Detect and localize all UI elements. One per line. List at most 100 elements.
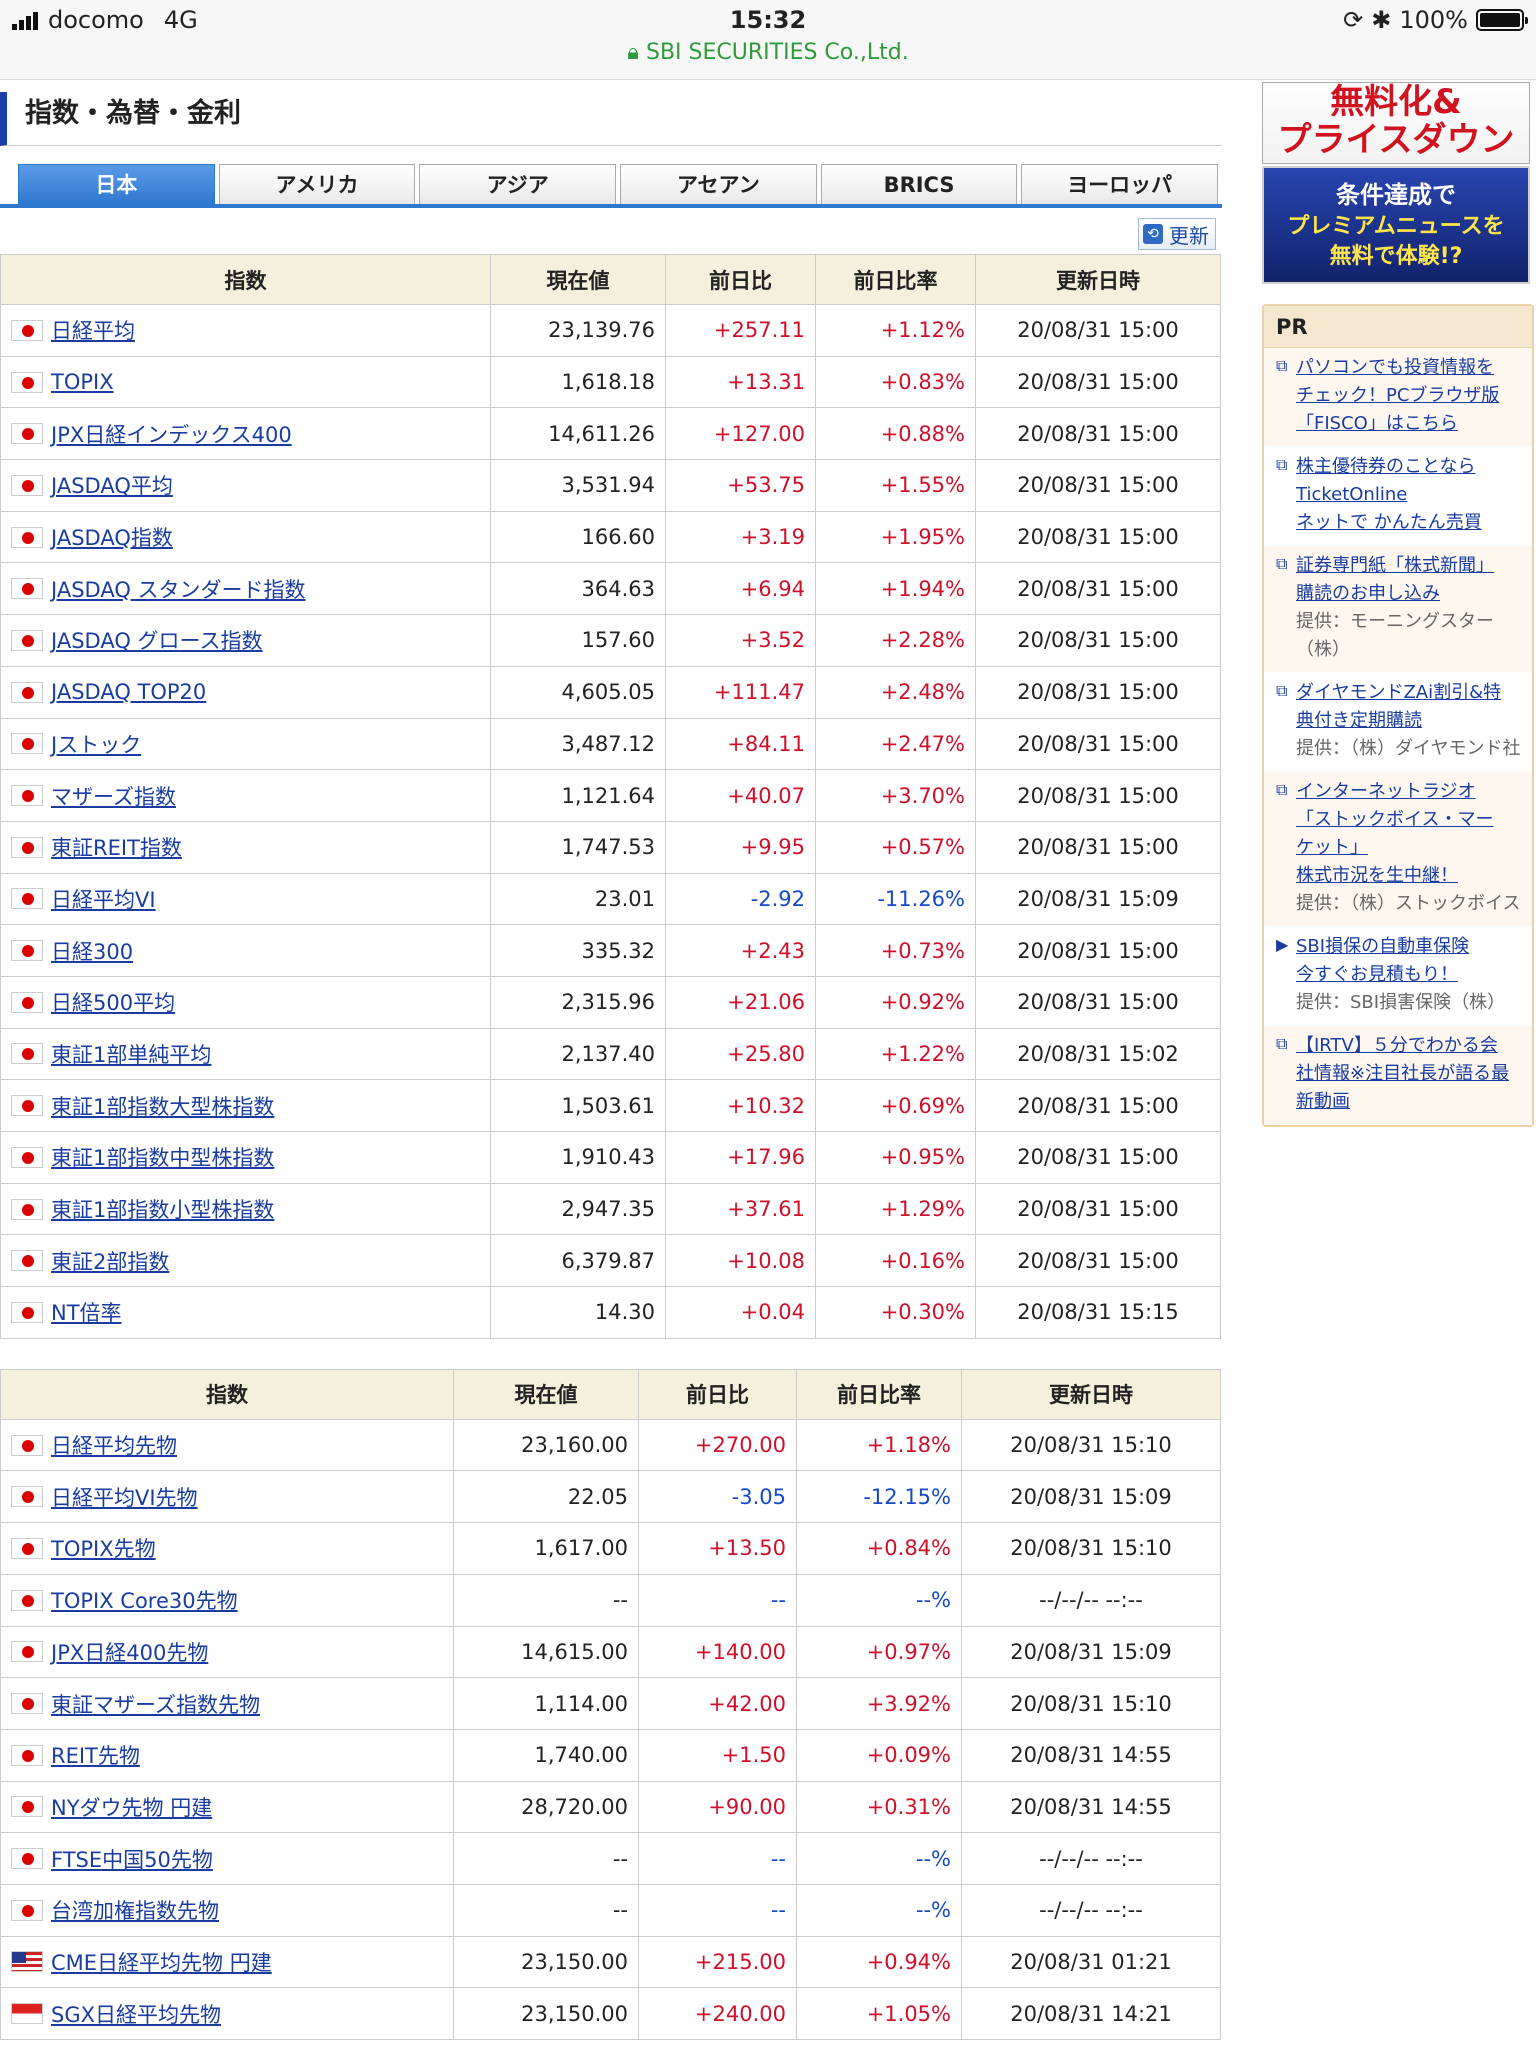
refresh-button[interactable]: ⟲ 更新: [1138, 218, 1216, 250]
tab-3[interactable]: アセアン: [620, 164, 817, 204]
pr-link[interactable]: 購読のお申し込み: [1296, 580, 1524, 608]
pr-link[interactable]: 新動画: [1296, 1088, 1524, 1116]
index-link[interactable]: 日経平均VI先物: [51, 1482, 198, 1512]
column-header: 現在値: [490, 254, 666, 305]
price-cell: 1,114.00: [453, 1677, 639, 1730]
index-link[interactable]: JPX日経400先物: [51, 1637, 208, 1667]
ad-banner-price-down[interactable]: 無料化& プライスダウン: [1262, 82, 1530, 164]
index-link[interactable]: 東証1部指数大型株指数: [51, 1091, 274, 1121]
index-link[interactable]: Jストック: [51, 729, 141, 759]
tab-5[interactable]: ヨーロッパ: [1021, 164, 1219, 204]
pr-link[interactable]: 【IRTV】５分でわかる会: [1296, 1032, 1524, 1060]
table-row: TOPIX 1,618.18 +13.31 +0.83% 20/08/31 15:00: [0, 355, 1221, 409]
index-link[interactable]: NYダウ先物 円建: [51, 1792, 212, 1822]
flag-jp-icon: [11, 423, 43, 445]
price-cell: 166.60: [490, 510, 666, 564]
pr-link[interactable]: インターネットラジオ: [1296, 778, 1524, 806]
pr-link[interactable]: 今すぐお見積もり！: [1296, 961, 1524, 989]
change-percent-cell: +1.55%: [815, 459, 976, 512]
tab-1[interactable]: アメリカ: [218, 164, 416, 204]
updated-time-cell: 20/08/31 15:02: [975, 1027, 1221, 1081]
index-link[interactable]: JASDAQ平均: [51, 470, 173, 500]
index-link[interactable]: 日経300: [51, 936, 133, 966]
pr-link[interactable]: ケット」: [1296, 834, 1524, 862]
change-cell: -3.05: [638, 1470, 797, 1524]
table-row: JASDAQ TOP20 4,605.05 +111.47 +2.48% 20/08/3…: [0, 665, 1221, 719]
table-row: 東証2部指数 6,379.87 +10.08 +0.16% 20/08/31 15:00: [0, 1234, 1221, 1288]
index-link[interactable]: 東証1部指数中型株指数: [51, 1142, 274, 1172]
index-link[interactable]: 東証マザーズ指数先物: [51, 1689, 260, 1719]
index-link[interactable]: JASDAQ指数: [51, 522, 173, 552]
index-link[interactable]: SGX日経平均先物: [51, 1999, 221, 2029]
index-link[interactable]: TOPIX先物: [51, 1533, 156, 1563]
pr-provider: 提供：（株）ストックボイス: [1296, 893, 1521, 914]
change-cell: +25.80: [665, 1027, 816, 1081]
flag-jp-icon: [11, 526, 43, 548]
column-header: 更新日時: [975, 254, 1221, 305]
change-cell: +127.00: [665, 407, 816, 461]
change-cell: +140.00: [638, 1625, 797, 1679]
index-name-cell: 日経300: [0, 924, 491, 977]
pr-link[interactable]: 証券専門紙「株式新聞」: [1296, 552, 1524, 580]
index-link[interactable]: JPX日経インデックス400: [51, 419, 292, 449]
pr-link[interactable]: 「ストックボイス・マー: [1296, 806, 1524, 834]
status-bar: docomo 4G 15:32 🔒︎ SBI SECURITIES Co.,Lt…: [0, 0, 1536, 80]
index-name-cell: NT倍率: [0, 1286, 491, 1339]
pr-link[interactable]: SBI損保の自動車保険: [1296, 933, 1524, 961]
pr-link[interactable]: 社情報※注目社長が語る最: [1296, 1060, 1524, 1088]
tab-4[interactable]: BRICS: [820, 164, 1018, 204]
index-link[interactable]: TOPIX: [51, 370, 114, 394]
index-link[interactable]: CME日経平均先物 円建: [51, 1947, 272, 1977]
pr-link[interactable]: 株式市況を生中継！: [1296, 862, 1524, 890]
tab-2[interactable]: アジア: [419, 164, 617, 204]
index-name-cell: 日経平均VI: [0, 872, 491, 926]
updated-time-cell: 20/08/31 15:10: [961, 1418, 1221, 1472]
pr-link[interactable]: 典付き定期購読: [1296, 707, 1524, 735]
flag-jp-icon: [11, 1796, 43, 1818]
price-cell: 23,139.76: [490, 304, 666, 357]
arrow-icon: ▶: [1276, 935, 1289, 954]
index-link[interactable]: TOPIX Core30先物: [51, 1585, 238, 1615]
ad-banner-premium-news[interactable]: 条件達成で プレミアムニュースを 無料で体験!?: [1262, 166, 1530, 284]
tab-0[interactable]: 日本: [18, 164, 215, 204]
index-link[interactable]: 日経平均VI: [51, 884, 156, 914]
pr-title: PR: [1264, 306, 1532, 348]
index-link[interactable]: NT倍率: [51, 1297, 122, 1327]
change-percent-cell: +0.16%: [815, 1234, 976, 1288]
external-link-icon: ⧉: [1276, 1034, 1288, 1053]
pr-link[interactable]: ネットで かんたん売買: [1296, 509, 1524, 537]
index-link[interactable]: 東証REIT指数: [51, 832, 182, 862]
table-row: JASDAQ スタンダード指数 364.63 +6.94 +1.94% 20/08/31…: [0, 562, 1221, 616]
index-link[interactable]: JASDAQ スタンダード指数: [51, 574, 306, 604]
updated-time-cell: 20/08/31 15:00: [975, 614, 1221, 667]
external-link-icon: ⧉: [1276, 780, 1288, 799]
price-cell: 1,910.43: [490, 1131, 666, 1184]
index-link[interactable]: 日経500平均: [51, 987, 175, 1017]
flag-jp-icon: [11, 629, 43, 651]
index-link[interactable]: 東証1部単純平均: [51, 1039, 211, 1069]
pr-link[interactable]: TicketOnline: [1296, 481, 1524, 509]
change-percent-cell: +3.70%: [815, 769, 976, 822]
pr-link[interactable]: チェック！PCブラウザ版: [1296, 382, 1524, 410]
index-link[interactable]: 日経平均先物: [51, 1430, 177, 1460]
change-cell: +53.75: [665, 459, 816, 512]
flag-jp-icon: [11, 1641, 43, 1663]
index-link[interactable]: 東証2部指数: [51, 1246, 169, 1276]
pr-link[interactable]: パソコンでも投資情報を: [1296, 354, 1524, 382]
index-link[interactable]: 東証1部指数小型株指数: [51, 1194, 274, 1224]
pr-link[interactable]: 株主優待券のことなら: [1296, 453, 1524, 481]
index-link[interactable]: 日経平均: [51, 315, 135, 345]
change-cell: +40.07: [665, 769, 816, 822]
flag-jp-icon: [11, 681, 43, 703]
index-link[interactable]: JASDAQ グロース指数: [51, 625, 262, 655]
pr-link[interactable]: 「FISCO」はこちら: [1296, 410, 1524, 438]
index-link[interactable]: JASDAQ TOP20: [51, 680, 206, 704]
change-percent-cell: +0.88%: [815, 407, 976, 461]
price-cell: 23,150.00: [453, 1987, 639, 2040]
index-link[interactable]: FTSE中国50先物: [51, 1844, 213, 1874]
index-link[interactable]: マザーズ指数: [51, 781, 176, 811]
index-link[interactable]: REIT先物: [51, 1740, 140, 1770]
index-link[interactable]: 台湾加権指数先物: [51, 1895, 219, 1925]
price-cell: --: [453, 1883, 639, 1937]
pr-link[interactable]: ダイヤモンドZAi割引&特: [1296, 679, 1524, 707]
